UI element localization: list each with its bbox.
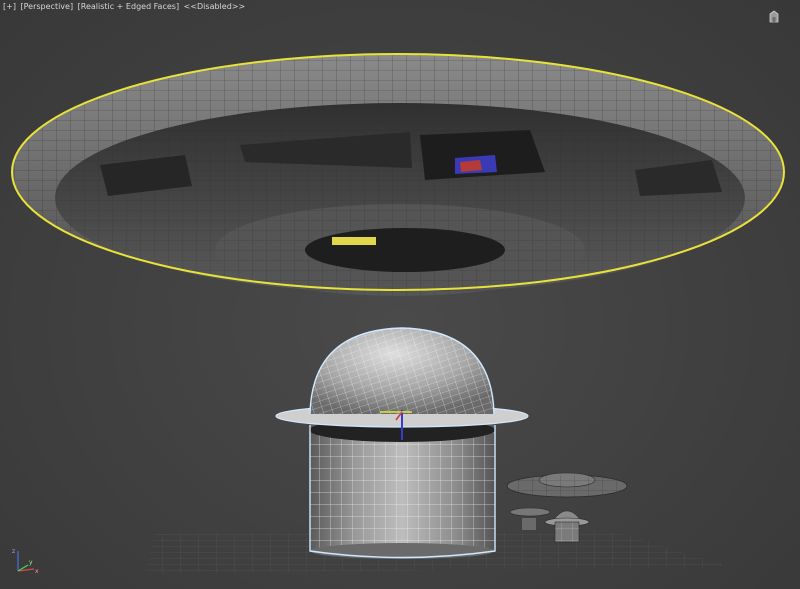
ufo-saucer-tiny[interactable]	[509, 507, 551, 517]
axis-z-label: z	[12, 548, 15, 555]
perspective-viewport[interactable]: [+] [Perspective] [Realistic + Edged Fac…	[0, 0, 800, 589]
dome-silo-building[interactable]	[275, 327, 529, 559]
scene-canvas[interactable]	[0, 0, 800, 589]
ufo-saucer-selected[interactable]	[11, 53, 785, 296]
ufo-saucer-small[interactable]	[506, 472, 628, 498]
axis-y-label: y	[29, 559, 33, 566]
axis-x-label: x	[35, 568, 39, 575]
axis-tripod-icon: z x y	[12, 548, 39, 575]
